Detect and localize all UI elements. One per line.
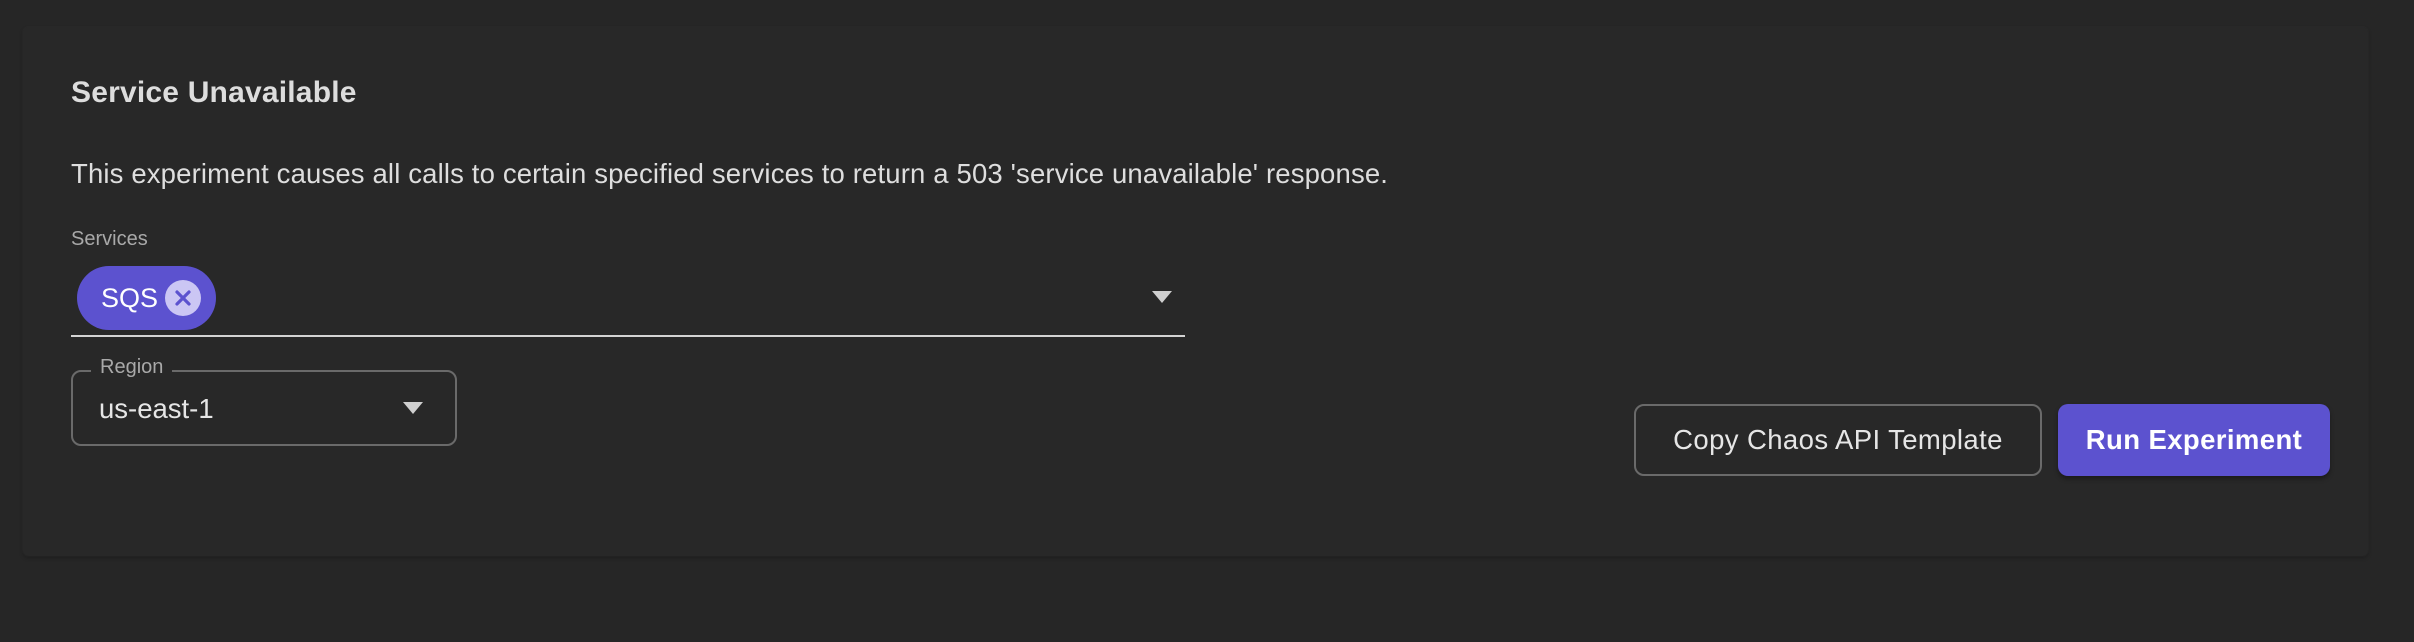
region-label: Region	[91, 356, 173, 379]
caret-down-icon	[403, 402, 423, 414]
services-select[interactable]: SQS	[71, 262, 1185, 337]
run-experiment-button[interactable]: Run Experiment	[2058, 404, 2330, 476]
region-select[interactable]: Region us-east-1	[71, 356, 457, 446]
region-value: us-east-1	[99, 393, 214, 424]
services-label: Services	[71, 228, 148, 250]
caret-down-icon[interactable]	[1152, 291, 1172, 303]
experiment-description: This experiment causes all calls to cert…	[71, 158, 1389, 189]
service-chip: SQS	[77, 266, 216, 330]
copy-chaos-api-template-button[interactable]: Copy Chaos API Template	[1634, 404, 2042, 476]
service-chip-label: SQS	[101, 283, 159, 313]
experiment-title: Service Unavailable	[71, 76, 357, 109]
close-icon[interactable]	[165, 280, 201, 316]
